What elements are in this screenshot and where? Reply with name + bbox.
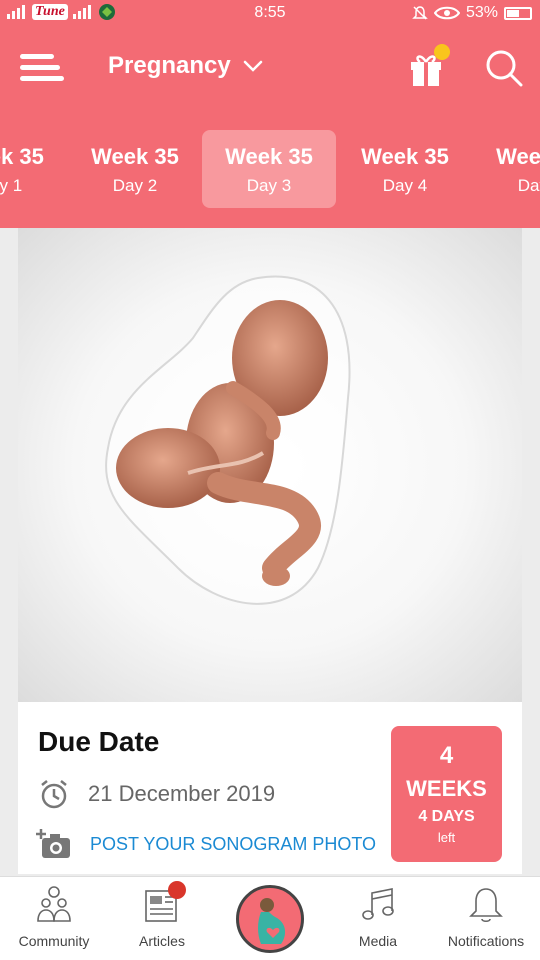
menu-button[interactable] — [20, 54, 64, 86]
day-tabs: Week 35 Day 1 Week 35 Day 2 Week 35 Day … — [0, 118, 540, 228]
tab-day-label: Day 3 — [246, 176, 292, 195]
nav-articles[interactable]: Articles — [108, 877, 216, 960]
fetus-illustration — [18, 228, 522, 702]
tab-day-label: Day 5 — [517, 176, 540, 195]
nav-community[interactable]: Community — [0, 877, 108, 960]
nav-media-label: Media — [358, 933, 398, 949]
pregnancy-home-icon — [258, 898, 286, 944]
fetus-image — [105, 275, 351, 605]
post-sonogram-link[interactable]: POST YOUR SONOGRAM PHOTO — [36, 828, 376, 860]
nav-home-button[interactable] — [236, 885, 304, 953]
nav-notifications-label: Notifications — [447, 933, 525, 949]
tab-week-label: Week 35 — [361, 144, 449, 169]
countdown-suffix: left — [437, 830, 456, 845]
eye-icon — [433, 6, 460, 20]
music-icon — [362, 888, 394, 920]
tab-week-label: Week 35 — [225, 144, 313, 169]
tab-day-label: Day 4 — [382, 176, 428, 195]
community-icon — [37, 886, 71, 922]
battery-icon — [504, 6, 532, 20]
week-card: Due Date 21 December 2019 POST YOUR SONO… — [18, 228, 522, 874]
search-icon — [486, 50, 523, 87]
menu-icon-line — [20, 65, 60, 70]
sonogram-label: POST YOUR SONOGRAM PHOTO — [90, 833, 377, 854]
bell-off-icon — [412, 6, 428, 20]
countdown-days: 4 DAYS — [418, 808, 475, 825]
tab-day-1[interactable]: Week 35 Day 1 — [0, 130, 67, 208]
nav-community-label: Community — [18, 933, 90, 949]
due-date-row: 21 December 2019 — [38, 778, 275, 810]
bell-icon — [469, 888, 503, 923]
due-date-value: 21 December 2019 — [88, 781, 276, 806]
page-title: Pregnancy — [108, 52, 231, 79]
add-photo-icon — [36, 829, 70, 858]
nav-articles-label: Articles — [139, 933, 185, 949]
battery-percent: 53% — [465, 4, 498, 21]
tab-day-2[interactable]: Week 35 Day 2 — [68, 130, 202, 208]
countdown-number: 4 — [439, 742, 454, 769]
due-date-title: Due Date — [38, 726, 160, 757]
tab-week-label: Week 35 — [496, 144, 540, 169]
tab-week-label: Week 35 — [91, 144, 179, 169]
tab-week-label: Week 35 — [0, 144, 44, 169]
menu-icon — [20, 54, 54, 59]
bottom-nav: Community Articles Media Notifications — [0, 876, 540, 960]
chevron-down-icon — [243, 60, 262, 72]
status-right: 53% — [412, 4, 532, 22]
pregnancy-dropdown[interactable]: Pregnancy — [108, 52, 263, 80]
tab-day-5[interactable]: Week 35 Day 5 — [473, 130, 540, 208]
countdown-unit: WEEKS — [406, 776, 487, 801]
status-bar: Tune 8:55 53% — [0, 0, 540, 28]
gift-notification-dot — [434, 44, 450, 60]
menu-icon-line — [20, 76, 64, 81]
nav-media[interactable]: Media — [324, 877, 432, 960]
articles-badge — [168, 881, 186, 899]
app-header: Pregnancy — [0, 28, 540, 118]
tab-day-label: Day 1 — [0, 176, 23, 195]
alarm-clock-icon — [41, 780, 67, 809]
countdown-badge: 4 WEEKS 4 DAYS left — [391, 726, 502, 862]
gift-button[interactable] — [408, 44, 450, 88]
tab-day-3[interactable]: Week 35 Day 3 — [202, 130, 336, 208]
search-button[interactable] — [484, 48, 524, 88]
tab-day-label: Day 2 — [112, 176, 158, 195]
tab-day-4[interactable]: Week 35 Day 4 — [338, 130, 472, 208]
nav-notifications[interactable]: Notifications — [432, 877, 540, 960]
